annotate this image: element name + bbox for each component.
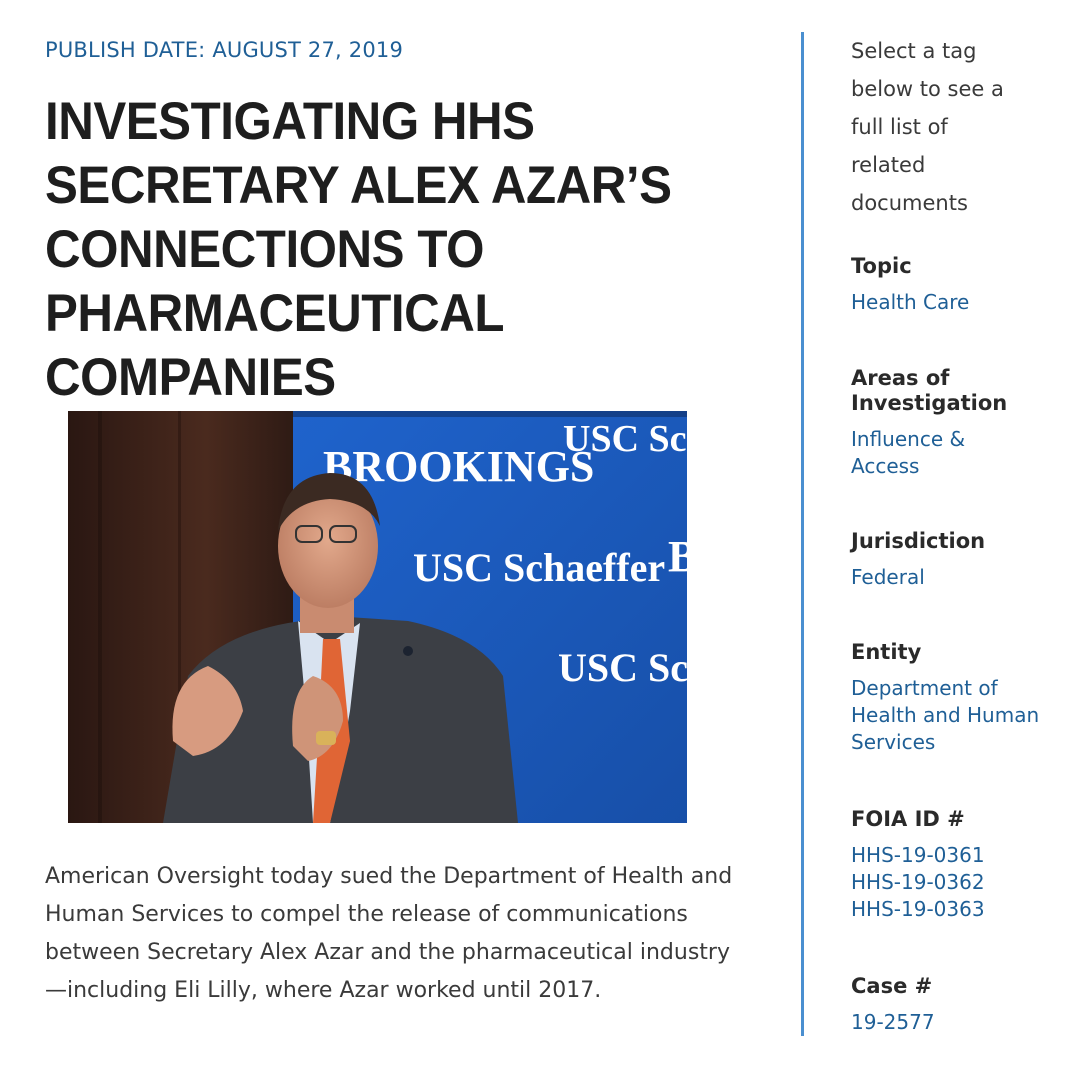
- backdrop-usc-text: USC Schaef: [558, 645, 687, 690]
- backdrop-b-text: B: [668, 532, 687, 581]
- tag-link-health-care[interactable]: Health Care: [851, 289, 1066, 316]
- tag-group-foia-id: FOIA ID # HHS-19-0361 HHS-19-0362 HHS-19…: [851, 807, 1066, 923]
- publish-date: PUBLISH DATE: AUGUST 27, 2019: [45, 38, 404, 62]
- tag-group-entity: Entity Department of Health and Human Se…: [851, 640, 1066, 756]
- tag-link-influence-access[interactable]: Influence & Access: [851, 426, 991, 480]
- tag-group-areas-of-investigation: Areas of Investigation Influence & Acces…: [851, 366, 1026, 480]
- tag-group-case: Case # 19-2577: [851, 974, 1066, 1036]
- tag-heading: Areas of Investigation: [851, 366, 1008, 415]
- tag-sidebar: Select a tag below to see a full list of…: [851, 32, 1066, 1034]
- tag-heading: Entity: [851, 640, 922, 664]
- sidebar-intro: Select a tag below to see a full list of…: [851, 39, 1004, 215]
- backdrop-usc-text: USC Schaeffer: [563, 418, 687, 460]
- tag-link-foia-id[interactable]: HHS-19-0361: [851, 842, 1066, 869]
- tag-link-foia-id[interactable]: HHS-19-0362: [851, 869, 1066, 896]
- backdrop-usc-text: USC Schaeffer: [413, 545, 665, 590]
- article-title: INVESTIGATING HHS SECRETARY ALEX AZAR’S …: [45, 92, 672, 407]
- tag-heading: Jurisdiction: [851, 529, 986, 553]
- article-photo: BROOKINGS USC Schaeffer USC Schaeffer US…: [68, 411, 687, 823]
- tag-heading: Topic: [851, 254, 912, 278]
- tag-link-case[interactable]: 19-2577: [851, 1009, 1066, 1036]
- tag-group-topic: Topic Health Care: [851, 254, 1066, 316]
- article-body: American Oversight today sued the Depart…: [45, 864, 733, 1003]
- tag-heading: FOIA ID #: [851, 807, 965, 831]
- tag-link-foia-id[interactable]: HHS-19-0363: [851, 896, 1066, 923]
- backdrop-brookings-text: BROOKINGS: [323, 442, 594, 491]
- tag-heading: Case #: [851, 974, 933, 998]
- tag-link-federal[interactable]: Federal: [851, 564, 1066, 591]
- sidebar-divider: [801, 32, 804, 1036]
- tag-group-jurisdiction: Jurisdiction Federal: [851, 529, 1066, 591]
- tag-link-hhs[interactable]: Department of Health and Human Services: [851, 675, 1041, 756]
